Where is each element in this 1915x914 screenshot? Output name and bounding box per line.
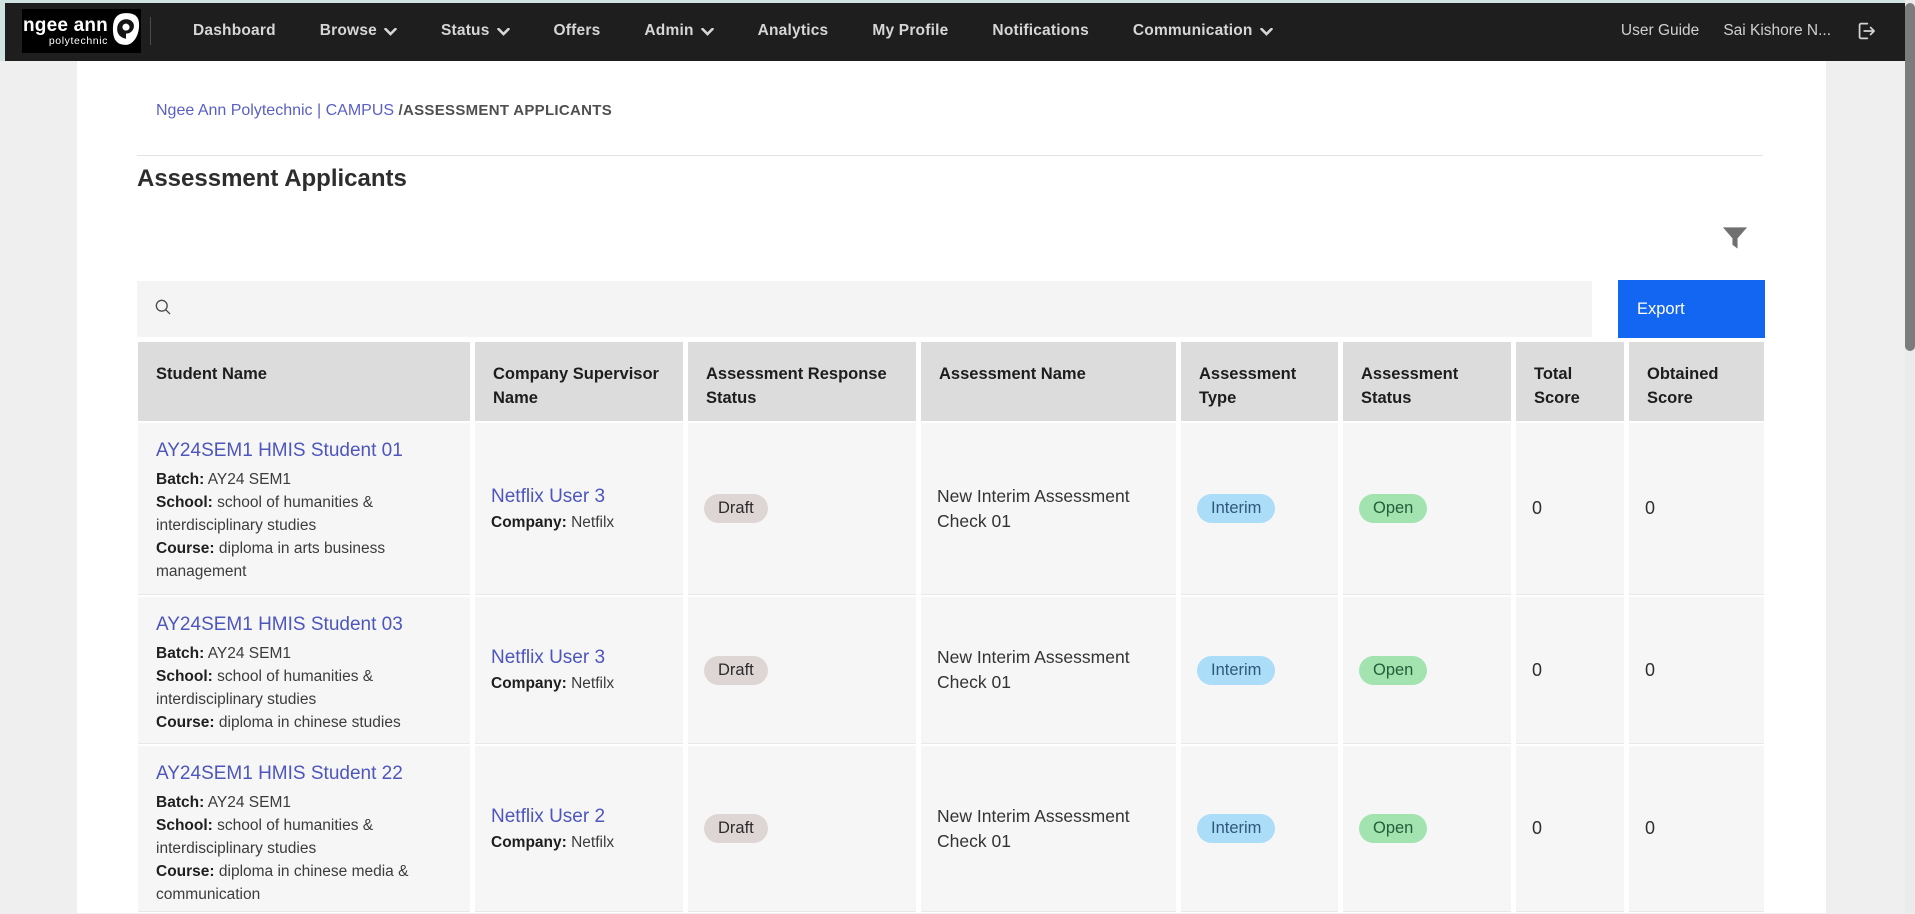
response-status-cell: Draft bbox=[688, 597, 916, 744]
nav-menu: Dashboard Browse Status Offers Admin Ana… bbox=[193, 0, 1273, 61]
title-divider bbox=[137, 155, 1763, 156]
scrollbar-track[interactable] bbox=[1905, 0, 1915, 913]
total-score-cell: 0 bbox=[1516, 746, 1624, 912]
chevron-down-icon bbox=[701, 23, 714, 41]
applicants-table: Student Name Company Supervisor Name Ass… bbox=[138, 342, 1764, 914]
supervisor-cell: Netflix User 3 Company: Netfilx bbox=[475, 597, 683, 744]
assessment-type-cell: Interim bbox=[1181, 746, 1338, 912]
assessment-status-cell: Open bbox=[1343, 423, 1511, 595]
assessment-name-cell: New Interim Assessment Check 01 bbox=[921, 423, 1176, 595]
col-header-total-score: Total Score bbox=[1516, 342, 1624, 421]
col-header-assessment-response-status: Assessment Response Status bbox=[688, 342, 916, 421]
assessment-status-cell: Open bbox=[1343, 746, 1511, 912]
total-score-cell: 0 bbox=[1516, 423, 1624, 595]
col-header-company-supervisor-name: Company Supervisor Name bbox=[475, 342, 683, 421]
col-header-obtained-score: Obtained Score bbox=[1629, 342, 1764, 421]
student-cell: AY24SEM1 HMIS Student 03 Batch: AY24 SEM… bbox=[138, 597, 470, 744]
filter-funnel-icon bbox=[1718, 221, 1752, 260]
student-cell: AY24SEM1 HMIS Student 01 Batch: AY24 SEM… bbox=[138, 423, 470, 595]
assessment-type-cell: Interim bbox=[1181, 423, 1338, 595]
table-row: AY24SEM1 HMIS Student 01 Batch: AY24 SEM… bbox=[138, 423, 1764, 595]
assessment-status-cell: Open bbox=[1343, 597, 1511, 744]
supervisor-link[interactable]: Netflix User 3 bbox=[491, 484, 605, 510]
response-status-cell: Draft bbox=[688, 423, 916, 595]
student-cell: AY24SEM1 HMIS Student 22 Batch: AY24 SEM… bbox=[138, 746, 470, 912]
username-menu[interactable]: Sai Kishore N... bbox=[1723, 22, 1831, 40]
assessment-type-badge: Interim bbox=[1197, 814, 1275, 843]
supervisor-link[interactable]: Netflix User 2 bbox=[491, 804, 605, 830]
nav-item-status[interactable]: Status bbox=[441, 21, 510, 41]
assessment-name-cell: New Interim Assessment Check 01 bbox=[921, 746, 1176, 912]
search-bar bbox=[137, 281, 1592, 337]
response-status-cell: Draft bbox=[688, 746, 916, 912]
nav-item-dashboard[interactable]: Dashboard bbox=[193, 22, 276, 40]
np-logo-emblem-icon bbox=[112, 12, 140, 51]
chevron-down-icon bbox=[497, 23, 510, 41]
search-input[interactable] bbox=[183, 299, 1576, 319]
total-score-cell: 0 bbox=[1516, 597, 1624, 744]
chevron-down-icon bbox=[384, 23, 397, 41]
assessment-type-cell: Interim bbox=[1181, 597, 1338, 744]
window-top-edge bbox=[0, 0, 1915, 3]
assessment-status-badge: Open bbox=[1359, 494, 1427, 523]
nav-item-offers[interactable]: Offers bbox=[554, 22, 601, 40]
table-row: AY24SEM1 HMIS Student 03 Batch: AY24 SEM… bbox=[138, 597, 1764, 744]
table-header-row: Student Name Company Supervisor Name Ass… bbox=[138, 342, 1764, 421]
search-icon bbox=[153, 297, 173, 322]
table-row: AY24SEM1 HMIS Student 22 Batch: AY24 SEM… bbox=[138, 746, 1764, 912]
logo-line1: ngee ann bbox=[23, 16, 108, 35]
breadcrumb-root-link[interactable]: Ngee Ann Polytechnic | CAMPUS bbox=[156, 102, 394, 119]
user-guide-link[interactable]: User Guide bbox=[1621, 22, 1699, 40]
col-header-assessment-type: Assessment Type bbox=[1181, 342, 1338, 421]
supervisor-cell: Netflix User 2 Company: Netfilx bbox=[475, 746, 683, 912]
response-status-badge: Draft bbox=[704, 494, 768, 523]
student-link[interactable]: AY24SEM1 HMIS Student 03 bbox=[156, 612, 403, 638]
breadcrumb: Ngee Ann Polytechnic | CAMPUS /ASSESSMEN… bbox=[156, 102, 612, 120]
assessment-type-badge: Interim bbox=[1197, 656, 1275, 685]
nav-item-my-profile[interactable]: My Profile bbox=[872, 22, 948, 40]
chevron-down-icon bbox=[1260, 23, 1273, 41]
col-header-assessment-name: Assessment Name bbox=[921, 342, 1176, 421]
nav-item-analytics[interactable]: Analytics bbox=[758, 22, 829, 40]
assessment-status-badge: Open bbox=[1359, 814, 1427, 843]
response-status-badge: Draft bbox=[704, 814, 768, 843]
nav-item-communication[interactable]: Communication bbox=[1133, 21, 1273, 41]
nav-divider bbox=[150, 17, 151, 45]
page-title: Assessment Applicants bbox=[137, 165, 407, 193]
col-header-assessment-status: Assessment Status bbox=[1343, 342, 1511, 421]
assessment-name-cell: New Interim Assessment Check 01 bbox=[921, 597, 1176, 744]
nav-item-notifications[interactable]: Notifications bbox=[992, 22, 1088, 40]
nav-item-admin[interactable]: Admin bbox=[644, 21, 713, 41]
nav-item-browse[interactable]: Browse bbox=[320, 21, 397, 41]
response-status-badge: Draft bbox=[704, 656, 768, 685]
supervisor-link[interactable]: Netflix User 3 bbox=[491, 645, 605, 671]
obtained-score-cell: 0 bbox=[1629, 746, 1764, 912]
top-nav: ngee ann polytechnic Dashboard Browse St… bbox=[0, 0, 1905, 61]
obtained-score-cell: 0 bbox=[1629, 423, 1764, 595]
student-link[interactable]: AY24SEM1 HMIS Student 01 bbox=[156, 438, 403, 464]
logo-line2: polytechnic bbox=[49, 36, 108, 47]
breadcrumb-current: /ASSESSMENT APPLICANTS bbox=[399, 102, 613, 119]
export-button[interactable]: Export bbox=[1618, 280, 1765, 338]
nav-right-group: User Guide Sai Kishore N... bbox=[1621, 0, 1877, 61]
student-link[interactable]: AY24SEM1 HMIS Student 22 bbox=[156, 761, 403, 787]
filter-button[interactable] bbox=[1716, 221, 1754, 259]
np-logo[interactable]: ngee ann polytechnic bbox=[22, 9, 141, 53]
obtained-score-cell: 0 bbox=[1629, 597, 1764, 744]
window-left-edge bbox=[0, 0, 5, 61]
assessment-type-badge: Interim bbox=[1197, 494, 1275, 523]
np-logo-text: ngee ann polytechnic bbox=[23, 16, 108, 47]
scrollbar-thumb[interactable] bbox=[1905, 3, 1915, 351]
col-header-student-name: Student Name bbox=[138, 342, 470, 421]
logout-icon[interactable] bbox=[1855, 20, 1877, 42]
assessment-status-badge: Open bbox=[1359, 656, 1427, 685]
supervisor-cell: Netflix User 3 Company: Netfilx bbox=[475, 423, 683, 595]
